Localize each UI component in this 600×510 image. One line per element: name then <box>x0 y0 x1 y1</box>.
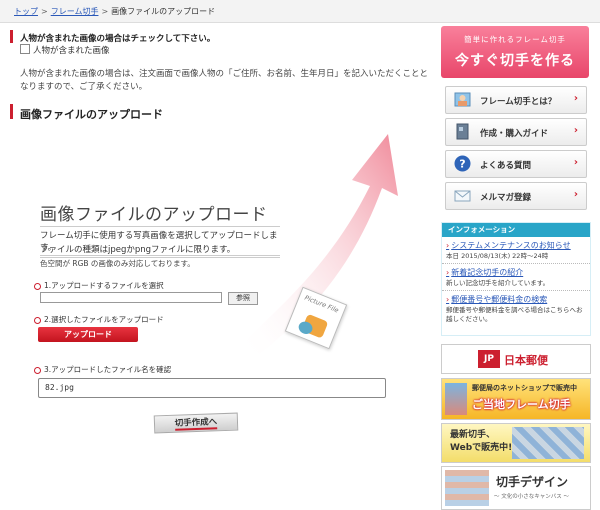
latest-banner-text: 最新切手、 Webで販売中! <box>450 430 513 453</box>
step-1-label: 1.アップロードするファイルを選択 <box>34 280 164 291</box>
local-frame-stamp-shop-banner[interactable]: 郵便局のネットショップで販売中 ご当地フレーム切手 <box>441 378 591 420</box>
question-icon: ? <box>454 155 471 172</box>
step-3-label: 3.アップロードしたファイル名を確認 <box>34 364 171 375</box>
information-heading: インフォメーション <box>442 223 590 237</box>
stamp-design-title: 切手デザイン <box>496 475 569 489</box>
info-sub: 本日 2015/08/13(木) 22時〜24時 <box>446 252 549 260</box>
stamp-collage-thumbnail <box>512 427 584 459</box>
svg-text:?: ? <box>459 158 465 171</box>
breadcrumb: トップ > フレーム切手 > 画像ファイルのアップロード <box>14 6 215 17</box>
breadcrumb-frame-stamp-link[interactable]: フレーム切手 <box>51 7 99 16</box>
step-bullet-icon <box>34 366 41 374</box>
file-path-input[interactable] <box>40 292 222 303</box>
nav-label: 作成・購入ガイド <box>480 129 549 139</box>
section-accent-bar <box>10 104 13 119</box>
japan-post-text: 日本郵便 <box>504 354 548 367</box>
nav-label: よくある質問 <box>480 161 532 171</box>
upload-title: 画像ファイルのアップロード <box>40 205 268 225</box>
info-link-maintenance[interactable]: システムメンテナンスのお知らせ <box>446 240 586 251</box>
breadcrumb-top-link[interactable]: トップ <box>14 7 38 16</box>
create-stamp-button[interactable]: 切手作成へ <box>153 412 239 434</box>
info-sub: 新しい記念切手を紹介しています。 <box>446 279 550 287</box>
latest-stamps-banner[interactable]: 最新切手、 Webで販売中! <box>441 423 591 463</box>
nav-about-frame-stamp[interactable]: フレーム切手とは？ › <box>445 86 587 114</box>
info-item: システムメンテナンスのお知らせ 本日 2015/08/13(木) 22時〜24時 <box>442 237 590 264</box>
info-item: 新着記念切手の紹介 新しい記念切手を紹介しています。 <box>442 264 590 291</box>
promo-title: 今すぐ切手を作る <box>455 53 575 69</box>
breadcrumb-separator: > <box>41 7 48 16</box>
stamp-design-thumbnail <box>445 470 489 506</box>
upload-button[interactable]: アップロード <box>38 327 138 342</box>
chevron-right-icon: › <box>573 189 578 200</box>
nav-label: フレーム切手とは？ <box>480 97 557 107</box>
chevron-right-icon: › <box>573 157 578 168</box>
main-content: 人物が含まれた画像の場合はチェックして下さい。 人物が含まれた画像 人物が含まれ… <box>10 26 435 508</box>
information-box: インフォメーション システムメンテナンスのお知らせ 本日 2015/08/13(… <box>441 222 591 336</box>
heading-accent-bar <box>10 30 13 43</box>
nav-creation-guide[interactable]: 作成・購入ガイド › <box>445 118 587 146</box>
upload-description-2: ファイルの種類はjpegかpngファイルに限ります。 <box>40 241 280 258</box>
person-image-checkbox[interactable] <box>20 44 30 54</box>
stamp-design-subtitle: 〜 文化の小さなキャンバス 〜 <box>494 494 569 500</box>
step-2-label: 2.選択したファイルをアップロード <box>34 314 164 325</box>
person-image-heading: 人物が含まれた画像の場合はチェックして下さい。 <box>20 34 216 44</box>
section-title: 画像ファイルのアップロード <box>20 108 163 121</box>
chevron-right-icon: › <box>573 125 578 136</box>
person-image-note: 人物が含まれた画像の場合は、注文画面で画像人物の「ご住所、お名前、生年月日」を記… <box>20 69 429 92</box>
stamp-thumbnail <box>445 383 467 415</box>
stamp-design-banner[interactable]: 切手デザイン 〜 文化の小さなキャンバス 〜 <box>441 466 591 510</box>
guide-book-icon <box>456 123 469 140</box>
upload-description-3: 色空間が RGB の画像のみ対応しております。 <box>40 259 195 268</box>
step-bullet-icon <box>34 282 41 290</box>
info-item: 郵便番号や郵便料金の検索 郵便番号や郵便料金を調べる場合はこちらへお越しください… <box>442 291 590 326</box>
chevron-right-icon: › <box>573 93 578 104</box>
shop-banner-line1: 郵便局のネットショップで販売中 <box>472 384 577 392</box>
promo-subtitle: 簡単に作れるフレーム切手 <box>464 35 566 44</box>
photo-icon <box>454 92 471 107</box>
breadcrumb-current: 画像ファイルのアップロード <box>111 7 216 16</box>
upload-panel: Picture File 画像ファイルのアップロード フレーム切手に使用する写真… <box>10 126 435 508</box>
mail-icon <box>454 190 471 202</box>
breadcrumb-bar: トップ > フレーム切手 > 画像ファイルのアップロード <box>0 0 600 23</box>
japan-post-logo-icon: JP <box>478 350 500 368</box>
step-bullet-icon <box>34 316 41 324</box>
breadcrumb-separator: > <box>101 7 109 16</box>
nav-newsletter[interactable]: メルマガ登録 › <box>445 182 587 210</box>
info-link-new-stamps[interactable]: 新着記念切手の紹介 <box>446 267 586 278</box>
create-stamp-now-banner[interactable]: 簡単に作れるフレーム切手 今すぐ切手を作る <box>441 26 589 78</box>
shop-banner-line2: ご当地フレーム切手 <box>472 398 571 411</box>
uploaded-filename-field[interactable]: 82.jpg <box>38 378 386 398</box>
info-sub: 郵便番号や郵便料金を調べる場合はこちらへお越しください。 <box>446 306 583 323</box>
person-image-checkbox-label[interactable]: 人物が含まれた画像 <box>33 44 110 56</box>
nav-label: メルマガ登録 <box>480 193 532 203</box>
browse-button[interactable]: 参照 <box>228 292 258 305</box>
info-link-postal-search[interactable]: 郵便番号や郵便料金の検索 <box>446 294 586 305</box>
japan-post-banner[interactable]: JP 日本郵便 <box>441 344 591 374</box>
nav-faq[interactable]: ? よくある質問 › <box>445 150 587 178</box>
